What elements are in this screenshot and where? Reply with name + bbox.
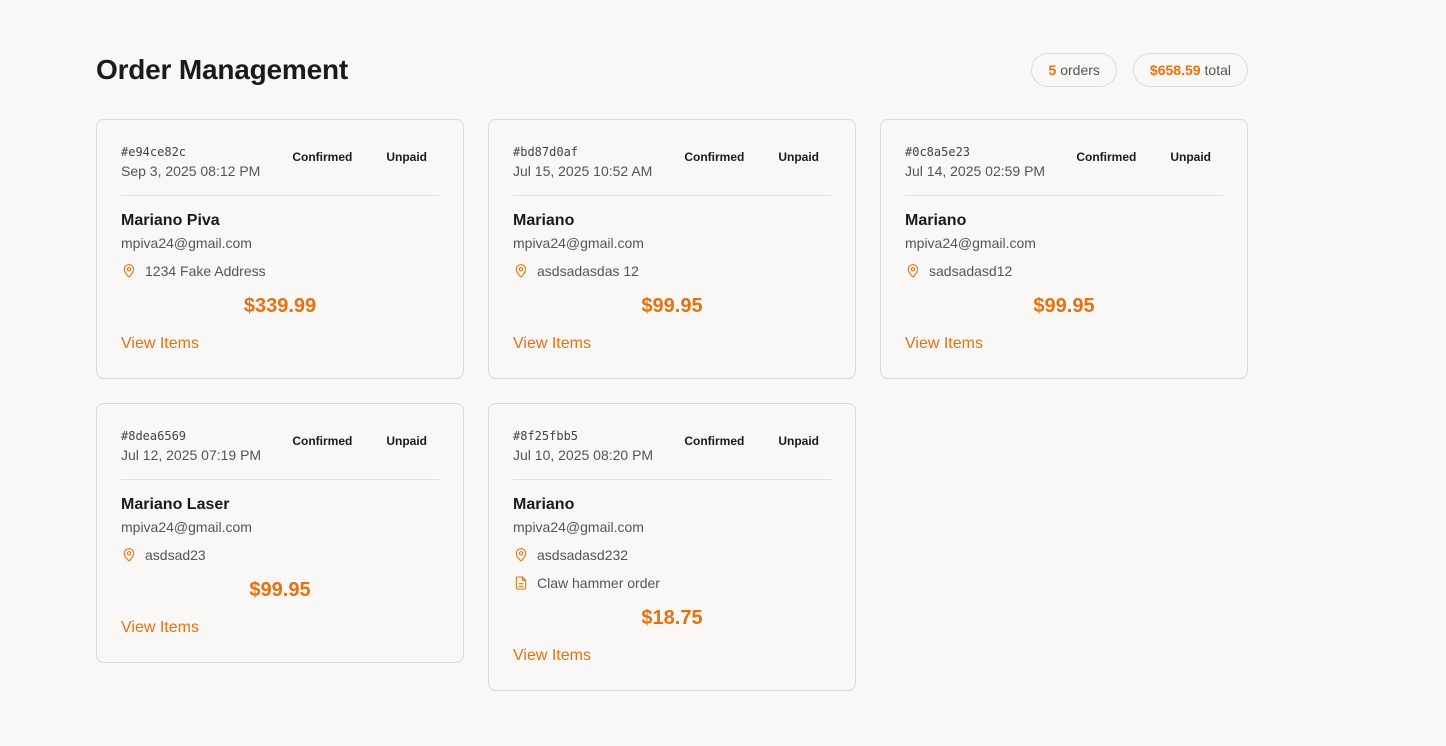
order-card-header: #8dea6569 Jul 12, 2025 07:19 PM Confirme… bbox=[121, 428, 439, 480]
view-items-link[interactable]: View Items bbox=[513, 334, 591, 354]
customer-email: mpiva24@gmail.com bbox=[121, 235, 252, 251]
orders-count: 5 bbox=[1048, 62, 1057, 78]
customer-email: mpiva24@gmail.com bbox=[121, 519, 252, 535]
orders-total-amount: $658.59 bbox=[1149, 62, 1201, 78]
payment-status-badge: Unpaid bbox=[778, 150, 819, 164]
address-text: sadsadasd12 bbox=[929, 263, 1013, 279]
order-card-header: #0c8a5e23 Jul 14, 2025 02:59 PM Confirme… bbox=[905, 144, 1223, 196]
order-card: #bd87d0af Jul 15, 2025 10:52 AM Confirme… bbox=[488, 119, 856, 379]
view-items-link[interactable]: View Items bbox=[121, 334, 199, 354]
order-amount: $99.95 bbox=[249, 579, 311, 601]
map-pin-icon bbox=[907, 264, 919, 278]
map-pin-icon bbox=[123, 264, 135, 278]
file-text-icon bbox=[515, 576, 527, 590]
view-items-link[interactable]: View Items bbox=[905, 334, 983, 354]
order-card-header: #e94ce82c Sep 3, 2025 08:12 PM Confirmed… bbox=[121, 144, 439, 196]
orders-count-pill: 5 orders bbox=[1031, 53, 1117, 87]
page-title: Order Management bbox=[96, 54, 348, 85]
note-row: Claw hammer order bbox=[513, 574, 831, 592]
customer-name: Mariano bbox=[513, 212, 575, 229]
map-pin-icon bbox=[515, 548, 527, 562]
address-row: asdsadasd232 bbox=[513, 546, 831, 564]
stats-summary: 5 orders $658.59 total bbox=[1031, 53, 1248, 87]
address-text: 1234 Fake Address bbox=[145, 263, 266, 279]
address-row: 1234 Fake Address bbox=[121, 262, 439, 280]
order-amount: $18.75 bbox=[641, 607, 703, 629]
order-status-badge: Confirmed bbox=[1076, 150, 1137, 164]
order-card: #e94ce82c Sep 3, 2025 08:12 PM Confirmed… bbox=[96, 119, 464, 379]
orders-count-label: orders bbox=[1060, 62, 1100, 78]
customer-name: Mariano bbox=[905, 212, 967, 229]
note-text: Claw hammer order bbox=[537, 575, 660, 591]
order-badges: Confirmed Unpaid bbox=[280, 432, 439, 450]
payment-status-badge: Unpaid bbox=[1170, 150, 1211, 164]
view-items-link[interactable]: View Items bbox=[121, 618, 199, 638]
customer-email: mpiva24@gmail.com bbox=[905, 235, 1036, 251]
customer-name: Mariano Laser bbox=[121, 496, 230, 513]
order-card: #0c8a5e23 Jul 14, 2025 02:59 PM Confirme… bbox=[880, 119, 1248, 379]
address-row: asdsad23 bbox=[121, 546, 439, 564]
order-status-badge: Confirmed bbox=[292, 150, 353, 164]
order-badges: Confirmed Unpaid bbox=[280, 148, 439, 166]
payment-status-badge: Unpaid bbox=[386, 434, 427, 448]
map-pin-icon bbox=[123, 548, 135, 562]
header: Order Management 5 orders $658.59 total bbox=[96, 52, 1248, 88]
order-badges: Confirmed Unpaid bbox=[672, 432, 831, 450]
order-amount: $99.95 bbox=[1033, 295, 1095, 317]
order-management-page: Order Management 5 orders $658.59 total … bbox=[0, 0, 1446, 746]
address-text: asdsad23 bbox=[145, 547, 206, 563]
order-badges: Confirmed Unpaid bbox=[672, 148, 831, 166]
order-amount: $339.99 bbox=[243, 295, 317, 317]
payment-status-badge: Unpaid bbox=[778, 434, 819, 448]
order-status-badge: Confirmed bbox=[684, 150, 745, 164]
orders-total-label: total bbox=[1204, 62, 1231, 78]
address-row: sadsadasd12 bbox=[905, 262, 1223, 280]
address-text: asdsadasdas 12 bbox=[537, 263, 639, 279]
order-amount: $99.95 bbox=[641, 295, 703, 317]
customer-email: mpiva24@gmail.com bbox=[513, 519, 644, 535]
order-card-header: #8f25fbb5 Jul 10, 2025 08:20 PM Confirme… bbox=[513, 428, 831, 480]
customer-email: mpiva24@gmail.com bbox=[513, 235, 644, 251]
map-pin-icon bbox=[515, 264, 527, 278]
order-card-header: #bd87d0af Jul 15, 2025 10:52 AM Confirme… bbox=[513, 144, 831, 196]
payment-status-badge: Unpaid bbox=[386, 150, 427, 164]
customer-name: Mariano bbox=[513, 496, 575, 513]
customer-name: Mariano Piva bbox=[121, 212, 220, 229]
view-items-link[interactable]: View Items bbox=[513, 646, 591, 666]
order-status-badge: Confirmed bbox=[684, 434, 745, 448]
orders-grid: #e94ce82c Sep 3, 2025 08:12 PM Confirmed… bbox=[96, 119, 1248, 691]
order-card: #8f25fbb5 Jul 10, 2025 08:20 PM Confirme… bbox=[488, 403, 856, 691]
order-badges: Confirmed Unpaid bbox=[1064, 148, 1223, 166]
order-status-badge: Confirmed bbox=[292, 434, 353, 448]
address-text: asdsadasd232 bbox=[537, 547, 629, 563]
address-row: asdsadasdas 12 bbox=[513, 262, 831, 280]
orders-total-pill: $658.59 total bbox=[1132, 53, 1248, 87]
order-card: #8dea6569 Jul 12, 2025 07:19 PM Confirme… bbox=[96, 403, 464, 663]
